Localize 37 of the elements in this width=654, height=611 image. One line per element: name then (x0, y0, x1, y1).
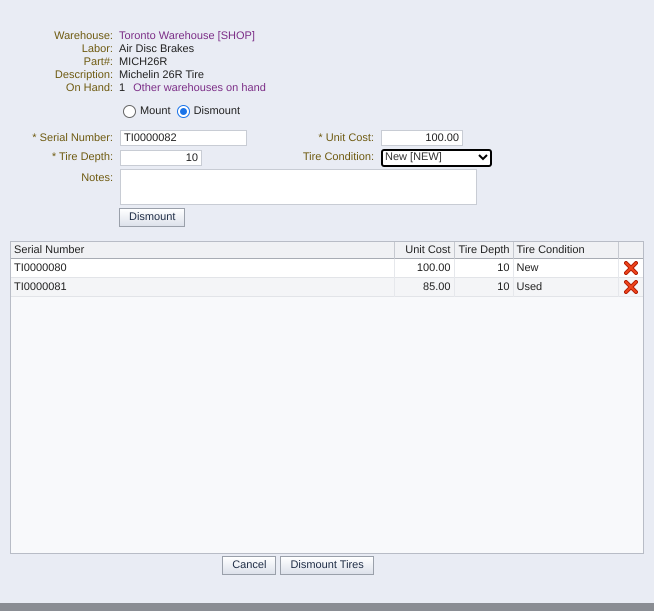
table-row[interactable]: TI0000081 85.00 10 Used (11, 278, 643, 296)
dismount-button[interactable]: Dismount (119, 208, 186, 226)
delete-icon[interactable] (624, 280, 638, 294)
radio-label: Mount (140, 104, 171, 119)
delete-icon[interactable] (624, 260, 638, 275)
radio-button[interactable] (176, 104, 190, 118)
table-cell: 85.00 (394, 278, 454, 296)
table-cell: TI0000081 (11, 278, 394, 296)
cancel-button[interactable]: Cancel (222, 556, 276, 574)
field-label: Part#: (82, 56, 113, 69)
field-value: 1 (119, 82, 126, 95)
unit-cost-field[interactable]: 100.00 (381, 130, 463, 146)
field-value: Air Disc Brakes (119, 43, 194, 56)
dismount-tires-button[interactable]: Dismount Tires (280, 556, 374, 574)
tire-condition-dropdown[interactable]: New [NEW] (381, 148, 492, 166)
field-label: Description: (54, 69, 113, 82)
field-label: * Unit Cost: (317, 131, 374, 146)
field-label: * Tire Depth: (50, 150, 113, 166)
notes-field[interactable] (120, 168, 477, 204)
field-label: * Serial Number: (31, 131, 113, 146)
field-label: Tire Condition: (302, 150, 374, 166)
field-label: Warehouse: (53, 30, 113, 43)
chevron-down-icon (478, 154, 488, 161)
tire-depth-field[interactable]: 10 (120, 150, 202, 166)
serial-number-field[interactable]: TI0000082 (120, 130, 247, 146)
field-label: Labor: (80, 43, 113, 56)
warehouse-link[interactable]: Toronto Warehouse [SHOP] (119, 30, 255, 43)
field-label: On Hand: (64, 82, 113, 95)
table-cell: 10 (454, 278, 513, 296)
warehouses-link[interactable]: Other warehouses on hand (133, 82, 266, 95)
field-label: Notes: (80, 170, 113, 186)
table-row[interactable]: TI0000080 100.00 10 New (11, 258, 643, 278)
table-cell: Used (513, 278, 618, 296)
field-value: MICH26R (119, 56, 168, 69)
radio-label: Dismount (194, 104, 240, 119)
radio-button[interactable] (123, 104, 136, 118)
field-value: Michelin 26R Tire (119, 69, 204, 82)
